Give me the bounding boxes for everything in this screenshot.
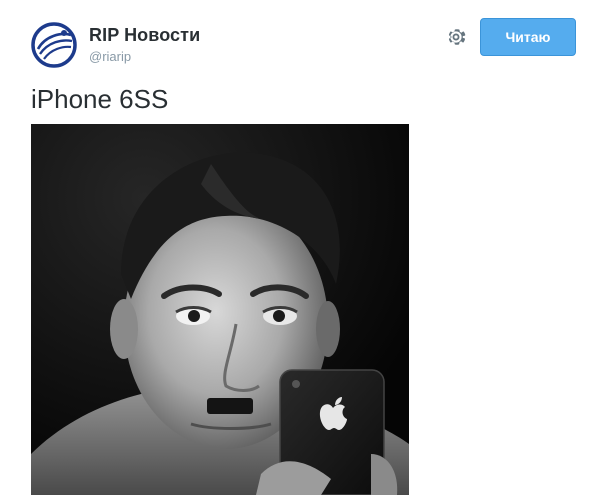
account-name[interactable]: RIP Новости	[89, 25, 200, 46]
tweet-header: RIP Новости @riarip Читаю	[0, 0, 600, 80]
tweet-photo[interactable]	[31, 124, 409, 495]
logo-icon	[31, 22, 77, 68]
gear-icon[interactable]	[445, 26, 467, 48]
tweet-text: iPhone 6SS	[31, 84, 169, 114]
follow-button[interactable]: Читаю	[480, 18, 576, 56]
photo	[31, 124, 409, 495]
account-handle[interactable]: @riarip	[89, 49, 131, 64]
avatar[interactable]	[31, 22, 77, 68]
